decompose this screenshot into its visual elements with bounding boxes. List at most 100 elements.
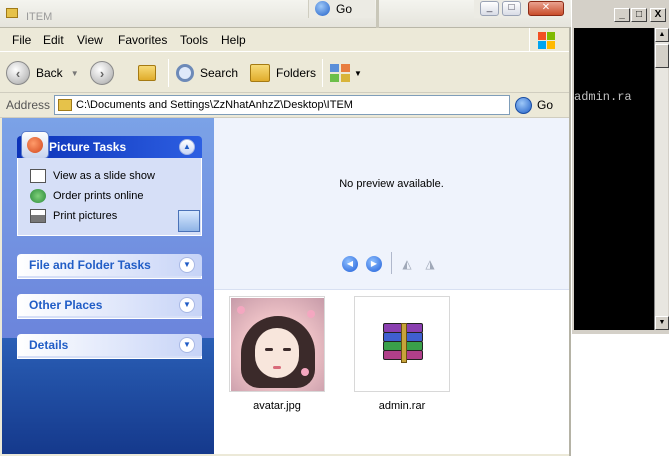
go-arrow-icon [515,96,532,114]
other-places-title: Other Places [29,298,103,312]
toolbar-separator [322,59,323,87]
task-slide-show[interactable]: View as a slide show [18,166,201,186]
avatar-picture [231,298,324,391]
file-name: admin.rar [378,400,426,412]
views-button[interactable]: ▼ [330,57,362,89]
address-input[interactable]: C:\Documents and Settings\ZzNhatAnhzZ\De… [54,95,510,115]
address-label: Address [6,98,51,112]
picture-tasks-header[interactable]: Picture Tasks ▲ [17,131,202,159]
details-panel: Details ▼ [17,334,202,359]
scroll-up-icon[interactable]: ▲ [655,28,669,42]
window-divider [376,0,379,28]
menu-tools[interactable]: Tools [180,33,208,47]
console-text: admin.ra [574,90,632,104]
folder-icon [58,99,72,111]
forward-arrow-icon: › [90,61,114,85]
next-image-icon[interactable]: ▶ [366,256,382,272]
go-button[interactable]: Go [515,96,563,114]
picture-tasks-title: Picture Tasks [49,140,127,154]
picture-tasks-body: View as a slide show Order prints online… [17,158,202,236]
menu-bar: File Edit View Favorites Tools Help [0,28,569,52]
console-titlebar: _ □ X [572,0,669,28]
order-prints-icon [30,189,46,203]
content-pane: No preview available. ◀ ▶ ◭ ◮ avatar.jpg… [214,118,569,454]
printer-icon [30,209,46,223]
file-folder-tasks-header[interactable]: File and Folder Tasks ▼ [17,254,202,276]
rotate-clockwise-icon[interactable]: ◭ [399,256,415,272]
menu-edit[interactable]: Edit [43,33,64,47]
preview-separator [391,252,392,274]
background-window-title: ITEM [26,11,53,23]
file-folder-tasks-panel: File and Folder Tasks ▼ [17,254,202,279]
search-button[interactable]: Search [176,57,238,89]
explorer-window: File Edit View Favorites Tools Help ‹ Ba… [0,28,571,456]
task-label: Print pictures [53,210,118,222]
task-order-prints[interactable]: Order prints online [18,186,201,206]
restore-button[interactable]: □ [502,1,521,16]
previous-image-icon[interactable]: ◀ [342,256,358,272]
expand-chevron-icon[interactable]: ▼ [179,257,195,273]
folder-up-icon [138,65,156,81]
search-icon [176,64,194,82]
up-button[interactable] [138,57,156,89]
back-arrow-icon: ‹ [6,61,30,85]
go-arrow-icon [315,1,330,16]
expand-chevron-icon[interactable]: ▼ [179,337,195,353]
details-header[interactable]: Details ▼ [17,334,202,356]
background-go-label: Go [336,2,353,16]
menu-view[interactable]: View [77,33,103,47]
background-go-button[interactable]: Go [308,0,375,18]
forward-button[interactable]: › [90,57,114,89]
folders-label: Folders [276,66,317,80]
menu-favorites[interactable]: Favorites [118,33,167,47]
rotate-counterclockwise-icon[interactable]: ◮ [422,256,438,272]
other-places-header[interactable]: Other Places ▼ [17,294,202,316]
background-window-controls: _ □ ✕ [474,0,570,18]
menu-file[interactable]: File [12,33,31,47]
image-thumbnail [229,296,325,392]
file-folder-tasks-title: File and Folder Tasks [29,258,151,272]
file-name: avatar.jpg [253,400,301,412]
console-scrollbar[interactable]: ▲ ▼ [654,28,669,330]
winrar-archive-icon [354,296,450,392]
menu-help[interactable]: Help [221,33,246,47]
windows-logo-icon [529,28,563,52]
back-dropdown-icon[interactable]: ▼ [71,69,79,78]
task-label: View as a slide show [53,170,155,182]
panel-body [17,356,202,359]
console-window: _ □ X admin.ra ▲ ▼ [571,0,669,334]
file-item-avatar[interactable]: avatar.jpg [229,296,325,412]
go-label: Go [537,98,554,112]
background-window-titlebar: ITEM Go _ □ ✕ [0,0,669,28]
no-preview-message: No preview available. [339,178,444,190]
console-restore-button[interactable]: □ [631,8,647,22]
panel-body [17,316,202,319]
console-close-button[interactable]: X [650,8,666,22]
folder-icon [6,8,18,18]
scroll-thumb[interactable] [655,44,669,68]
details-title: Details [29,338,69,352]
toolbar: ‹ Back ▼ › Search Folders ▼ [0,53,569,93]
console-minimize-button[interactable]: _ [614,8,630,22]
folders-button[interactable]: Folders [250,57,316,89]
back-label: Back [36,66,63,80]
panel-body [17,276,202,279]
file-item-admin-rar[interactable]: admin.rar [354,296,450,412]
back-button[interactable]: ‹ Back ▼ [6,57,79,89]
task-pane: Picture Tasks ▲ View as a slide show Ord… [2,118,214,454]
views-dropdown-icon: ▼ [354,68,362,78]
collapse-chevron-icon[interactable]: ▲ [179,139,195,155]
folders-icon [250,64,270,82]
task-print-pictures[interactable]: Print pictures [18,206,201,226]
other-places-panel: Other Places ▼ [17,294,202,319]
picture-folder-watermark-icon [178,210,200,232]
minimize-button[interactable]: _ [480,1,499,16]
slideshow-icon [30,169,46,183]
views-icon [330,64,350,82]
task-label: Order prints online [53,190,144,202]
expand-chevron-icon[interactable]: ▼ [179,297,195,313]
picture-tasks-panel: Picture Tasks ▲ View as a slide show Ord… [17,131,202,236]
scroll-down-icon[interactable]: ▼ [655,316,669,330]
close-button[interactable]: ✕ [528,1,564,16]
console-output: admin.ra [574,28,654,330]
